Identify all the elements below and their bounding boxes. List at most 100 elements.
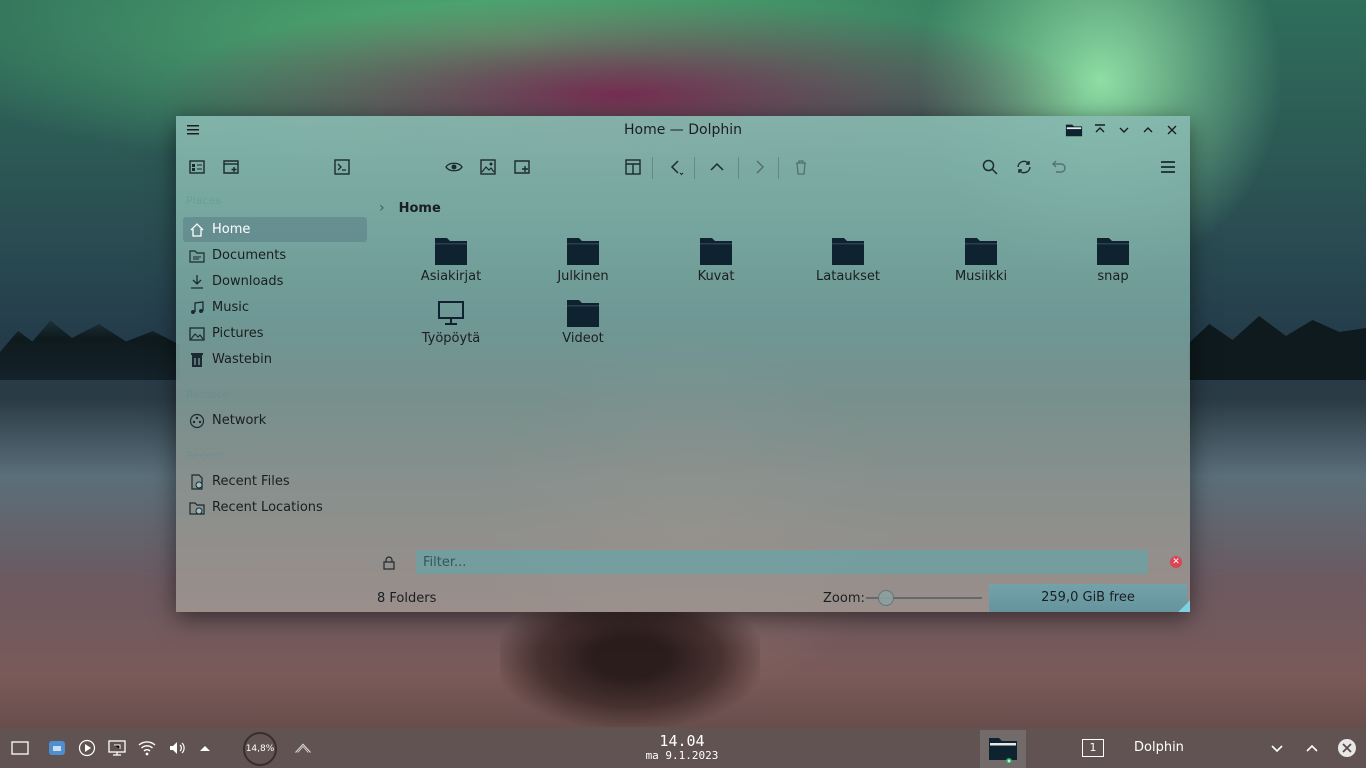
sidebar-item-documents[interactable]: Documents — [183, 243, 367, 268]
resize-grip[interactable] — [1178, 600, 1190, 612]
hamburger-menu-icon[interactable] — [1155, 155, 1181, 179]
folder-name: Työpöytä — [421, 331, 481, 346]
filter-bar: ✕ — [376, 548, 1190, 578]
maximize-window-icon[interactable] — [1301, 737, 1323, 759]
sidebar-item-network[interactable]: Network — [183, 408, 367, 433]
panel-toggle-icon[interactable] — [292, 737, 314, 759]
main-toolbar — [176, 150, 1190, 184]
media-play-icon[interactable] — [76, 737, 98, 759]
sidebar-item-label: Home — [212, 222, 251, 237]
tree-line-left — [0, 320, 180, 380]
app-launcher-icon[interactable] — [46, 737, 68, 759]
folder-item[interactable]: Videot — [523, 298, 643, 354]
up-icon[interactable] — [704, 155, 730, 179]
folder-item[interactable]: Julkinen — [523, 236, 643, 292]
breadcrumb-chevron-icon[interactable]: › — [379, 200, 385, 216]
sidebar-item-recent-files[interactable]: Recent Files — [183, 469, 367, 494]
zoom-label: Zoom: — [823, 591, 865, 606]
panels-icon[interactable] — [620, 155, 646, 179]
folder-item[interactable]: Lataukset — [788, 236, 908, 292]
folder-name: Lataukset — [816, 269, 880, 284]
forward-icon[interactable] — [746, 155, 772, 179]
sidebar-item-downloads[interactable]: Downloads — [183, 269, 367, 294]
folder-item[interactable]: Musiikki — [921, 236, 1041, 292]
folder-icon — [965, 238, 997, 265]
dolphin-window: Home — Dolphin Places Home Documents Dow… — [176, 116, 1190, 612]
toolbar-separator — [652, 157, 653, 179]
active-window-title[interactable]: Dolphin — [1134, 740, 1184, 755]
display-icon[interactable] — [106, 737, 128, 759]
toolbar-separator — [694, 157, 695, 179]
folder-name: Musiikki — [954, 269, 1008, 284]
sidebar-item-label: Downloads — [212, 274, 284, 289]
keep-above-icon[interactable] — [1091, 121, 1109, 139]
close-window-icon[interactable] — [1336, 737, 1358, 759]
folder-icon — [1097, 238, 1129, 265]
snow-footprint — [500, 612, 760, 727]
lock-icon[interactable] — [382, 556, 396, 570]
downloads-icon — [188, 273, 206, 291]
zoom-slider-handle[interactable] — [878, 590, 894, 606]
folder-item[interactable]: Kuvat — [656, 236, 776, 292]
folder-icon — [435, 238, 467, 265]
show-desktop-icon[interactable] — [9, 737, 31, 759]
sidebar-item-label: Music — [212, 300, 249, 315]
sidebar-item-recent-locations[interactable]: Recent Locations — [183, 495, 367, 520]
terminal-icon[interactable] — [329, 155, 355, 179]
new-tab-icon[interactable] — [218, 155, 244, 179]
minimize-window-icon[interactable] — [1266, 737, 1288, 759]
maximize-icon[interactable] — [1139, 121, 1157, 139]
volume-icon[interactable] — [166, 737, 188, 759]
search-icon[interactable] — [977, 155, 1003, 179]
sidebar-item-home[interactable]: Home — [183, 217, 367, 242]
window-title: Home — Dolphin — [623, 122, 742, 138]
sidebar-item-label: Network — [212, 413, 267, 428]
folder-icon — [700, 238, 732, 265]
folder-item[interactable]: snap — [1053, 236, 1173, 292]
folder-icon — [567, 300, 599, 327]
status-bar: 8 Folders Zoom: 259,0 GiB free — [376, 584, 1190, 612]
undo-icon[interactable] — [1045, 155, 1071, 179]
clock-date: ma 9.1.2023 — [645, 749, 719, 762]
tray-expand-icon[interactable] — [194, 737, 216, 759]
back-icon[interactable] — [663, 155, 689, 179]
reload-icon[interactable] — [1011, 155, 1037, 179]
sidebar-item-pictures[interactable]: Pictures — [183, 321, 367, 346]
wifi-icon[interactable] — [136, 737, 158, 759]
folder-item[interactable]: Asiakirjat — [391, 236, 511, 292]
breadcrumb-current[interactable]: Home — [399, 201, 441, 216]
view-mode-icon[interactable] — [184, 155, 210, 179]
folder-name: snap — [1097, 269, 1129, 284]
desktop-monitor-icon — [438, 301, 464, 325]
filter-input[interactable] — [416, 550, 1148, 574]
dolphin-folder-icon — [989, 738, 1017, 763]
close-icon[interactable] — [1163, 121, 1181, 139]
taskbar: 14,8% 14.04 ma 9.1.2023 1 Dolphin — [0, 728, 1366, 768]
sidebar-item-music[interactable]: Music — [183, 295, 367, 320]
app-folder-icon — [1065, 121, 1083, 139]
task-dolphin[interactable] — [980, 730, 1026, 768]
digital-clock[interactable]: 14.04 ma 9.1.2023 — [620, 733, 744, 763]
pictures-icon — [188, 325, 206, 343]
clock-time: 14.04 — [659, 732, 705, 750]
network-icon — [188, 412, 206, 430]
cpu-load-indicator[interactable]: 14,8% — [243, 732, 277, 766]
sidebar-item-wastebin[interactable]: Wastebin — [183, 347, 367, 372]
virtual-desktop-pager[interactable]: 1 — [1082, 739, 1104, 757]
show-previews-icon[interactable] — [475, 155, 501, 179]
remote-section-header: Remote — [186, 388, 229, 401]
recent-section-header: Recent — [186, 449, 225, 462]
toolbar-separator — [738, 157, 739, 179]
free-space-indicator[interactable]: 259,0 GiB free — [989, 584, 1187, 612]
close-filter-icon[interactable]: ✕ — [1170, 556, 1182, 568]
trash-icon[interactable] — [788, 155, 814, 179]
documents-icon — [188, 247, 206, 265]
folder-icon — [832, 238, 864, 265]
minimize-icon[interactable] — [1115, 121, 1133, 139]
title-bar[interactable]: Home — Dolphin — [176, 116, 1190, 144]
split-view-icon[interactable] — [509, 155, 535, 179]
preview-eye-icon[interactable] — [441, 155, 467, 179]
folder-name: Videot — [562, 331, 604, 346]
folder-item[interactable]: Työpöytä — [391, 298, 511, 354]
breadcrumb[interactable]: › Home — [379, 198, 441, 218]
